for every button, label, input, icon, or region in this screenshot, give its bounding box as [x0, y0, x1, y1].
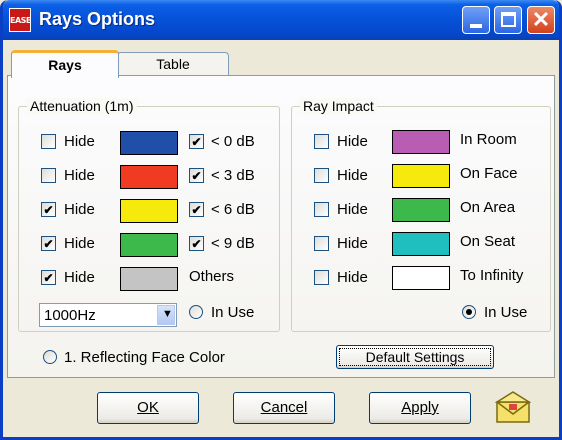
attenuation-range-label: < 0 dB	[211, 133, 255, 150]
attenuation-others-label: Others	[189, 268, 235, 285]
tab-rays[interactable]: Rays	[11, 50, 119, 78]
attenuation-in-use-radio[interactable]	[189, 305, 203, 319]
tab-table[interactable]: Table	[117, 52, 229, 76]
app-logo-icon: EASE	[9, 8, 31, 32]
ray-impact-color-swatch[interactable]	[392, 130, 450, 154]
envelope-icon[interactable]	[495, 390, 531, 426]
attenuation-hide-checkbox[interactable]	[41, 134, 56, 149]
close-button[interactable]: ✕	[527, 6, 555, 34]
frequency-select[interactable]: 1000Hz ▼	[39, 303, 177, 327]
ray-impact-color-swatch[interactable]	[392, 232, 450, 256]
ray-impact-group-title: Ray Impact	[300, 98, 377, 114]
attenuation-hide-checkbox[interactable]	[41, 270, 56, 285]
maximize-icon	[501, 12, 516, 27]
ray-impact-hide-checkbox[interactable]	[314, 202, 329, 217]
cancel-label: Cancel	[260, 399, 308, 416]
attenuation-color-swatch[interactable]	[120, 199, 178, 223]
attenuation-color-swatch[interactable]	[120, 165, 178, 189]
chevron-down-icon[interactable]: ▼	[157, 305, 175, 325]
minimize-button[interactable]	[462, 6, 490, 34]
ray-impact-hide-checkbox[interactable]	[314, 236, 329, 251]
attenuation-hide-checkbox[interactable]	[41, 236, 56, 251]
attenuation-in-use-label: In Use	[211, 304, 255, 321]
apply-button[interactable]: Apply	[369, 392, 471, 424]
ray-impact-label: In Room	[460, 131, 517, 148]
ok-button[interactable]: OK	[97, 392, 199, 424]
apply-label: Apply	[401, 399, 439, 416]
ray-impact-hide-checkbox[interactable]	[314, 168, 329, 183]
attenuation-range-checkbox[interactable]	[189, 202, 204, 217]
attenuation-range-label: < 9 dB	[211, 235, 255, 252]
attenuation-hide-checkbox[interactable]	[41, 168, 56, 183]
ray-impact-color-swatch[interactable]	[392, 266, 450, 290]
attenuation-hide-label: Hide	[64, 201, 95, 218]
attenuation-range-checkbox[interactable]	[189, 236, 204, 251]
attenuation-range-checkbox[interactable]	[189, 134, 204, 149]
maximize-button[interactable]	[494, 6, 522, 34]
ray-impact-hide-checkbox[interactable]	[314, 270, 329, 285]
ray-impact-hide-label: Hide	[337, 269, 368, 286]
ray-impact-in-use-radio[interactable]	[462, 305, 476, 319]
attenuation-color-swatch[interactable]	[120, 131, 178, 155]
ray-impact-in-use-label: In Use	[484, 304, 528, 321]
attenuation-color-swatch[interactable]	[120, 233, 178, 257]
ray-impact-label: On Area	[460, 199, 516, 216]
ray-impact-hide-label: Hide	[337, 133, 368, 150]
focus-rect	[339, 348, 491, 366]
attenuation-group-title: Attenuation (1m)	[27, 98, 137, 114]
title-bar[interactable]: EASE Rays Options ✕	[3, 0, 559, 40]
default-settings-button[interactable]: Default Settings	[336, 345, 494, 369]
ray-impact-hide-checkbox[interactable]	[314, 134, 329, 149]
cancel-button[interactable]: Cancel	[233, 392, 335, 424]
minimize-icon	[470, 24, 482, 28]
attenuation-hide-label: Hide	[64, 269, 95, 286]
ray-impact-color-swatch[interactable]	[392, 198, 450, 222]
attenuation-color-swatch[interactable]	[120, 267, 178, 291]
window-title: Rays Options	[39, 9, 156, 29]
ray-impact-hide-label: Hide	[337, 235, 368, 252]
attenuation-range-label: < 6 dB	[211, 201, 255, 218]
attenuation-hide-label: Hide	[64, 133, 95, 150]
ray-impact-label: On Seat	[460, 233, 516, 250]
ray-impact-label: On Face	[460, 165, 518, 182]
frequency-select-value: 1000Hz	[44, 307, 96, 324]
ok-label: OK	[137, 399, 159, 416]
rays-options-dialog: EASE Rays Options ✕ Rays Table Attenuati…	[0, 0, 562, 440]
reflecting-face-label: 1. Reflecting Face Color	[64, 349, 225, 366]
ray-impact-hide-label: Hide	[337, 167, 368, 184]
close-icon: ✕	[531, 7, 551, 32]
attenuation-hide-label: Hide	[64, 167, 95, 184]
attenuation-hide-label: Hide	[64, 235, 95, 252]
attenuation-range-checkbox[interactable]	[189, 168, 204, 183]
reflecting-face-radio[interactable]	[43, 350, 57, 364]
ray-impact-hide-label: Hide	[337, 201, 368, 218]
ray-impact-label: To Infinity	[460, 267, 524, 284]
rays-tab-panel: Attenuation (1m) Ray Impact	[7, 75, 555, 378]
attenuation-hide-checkbox[interactable]	[41, 202, 56, 217]
attenuation-range-label: < 3 dB	[211, 167, 255, 184]
ray-impact-color-swatch[interactable]	[392, 164, 450, 188]
